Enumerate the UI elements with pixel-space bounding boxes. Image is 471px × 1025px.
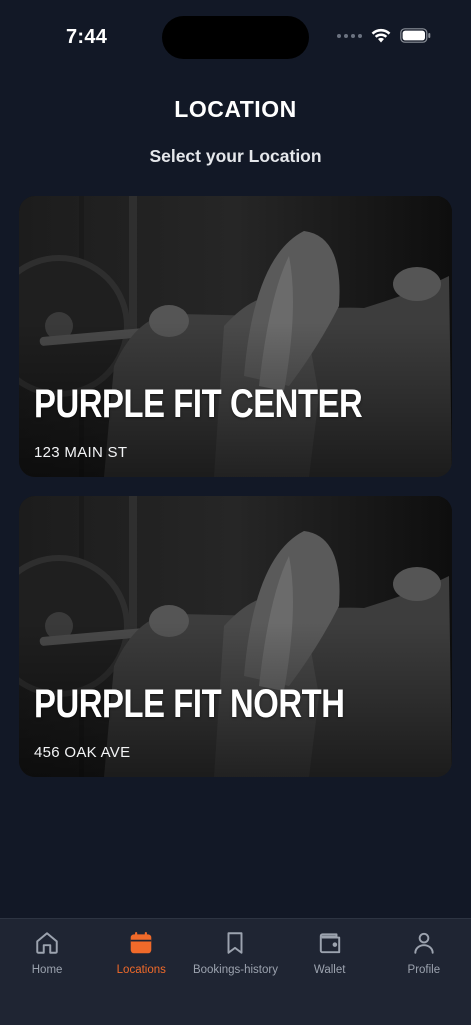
page-subtitle: Select your Location [149, 146, 322, 166]
nav-label: Locations [116, 964, 166, 976]
nav-label: Profile [407, 964, 441, 976]
nav-label: Home [31, 964, 63, 976]
nav-item-home[interactable]: Home [0, 919, 94, 1025]
nav-item-wallet[interactable]: Wallet [283, 919, 377, 1025]
gym-photo [19, 496, 452, 777]
nav-item-bookings-history[interactable]: Bookings-history [188, 919, 282, 1025]
dynamic-island [162, 16, 309, 59]
location-address: 456 OAK AVE [34, 744, 131, 761]
wallet-icon [319, 933, 340, 954]
page-title: LOCATION [174, 96, 297, 122]
bottom-nav: Home Locations Bookings-history Wallet P… [0, 918, 471, 1025]
home-icon [36, 932, 58, 954]
location-card[interactable]: PURPLE FIT CENTER 123 MAIN ST [19, 196, 452, 477]
nav-item-locations[interactable]: Locations [94, 919, 188, 1025]
location-address: 123 MAIN ST [34, 444, 128, 461]
nav-item-profile[interactable]: Profile [377, 919, 471, 1025]
status-indicators [337, 28, 431, 43]
wifi-icon [371, 28, 391, 43]
nav-label: Wallet [313, 964, 346, 976]
location-card[interactable]: PURPLE FIT NORTH 456 OAK AVE [19, 496, 452, 777]
cellular-signal-icon [337, 33, 362, 38]
bookmark-icon [227, 932, 243, 954]
battery-icon [400, 28, 431, 43]
location-name: PURPLE FIT CENTER [34, 382, 363, 426]
calendar-icon [130, 931, 152, 954]
gym-photo [19, 196, 452, 477]
status-bar: 7:44 [0, 0, 471, 76]
nav-label: Bookings-history [192, 964, 278, 976]
status-time: 7:44 [66, 26, 108, 48]
user-icon [414, 932, 434, 954]
location-name: PURPLE FIT NORTH [34, 682, 345, 726]
